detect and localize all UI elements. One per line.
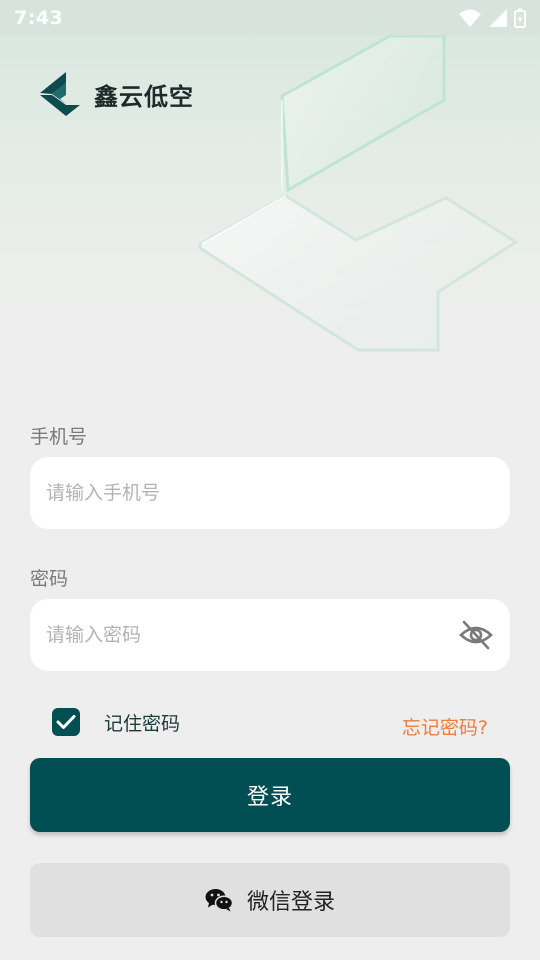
remember-password[interactable]: 记住密码 — [52, 708, 180, 736]
wechat-login-button[interactable]: 微信登录 — [30, 863, 510, 937]
brand-name: 鑫云低空 — [94, 82, 194, 111]
login-button[interactable]: 登录 — [30, 758, 510, 832]
status-bar: 7:43 — [0, 0, 540, 36]
status-time: 7:43 — [14, 7, 64, 29]
phone-field[interactable] — [30, 457, 510, 529]
battery-icon — [514, 8, 526, 28]
phone-label: 手机号 — [30, 426, 88, 448]
brand-logo-icon — [40, 72, 80, 116]
password-field[interactable] — [30, 599, 510, 671]
status-icons — [458, 8, 526, 28]
password-label: 密码 — [30, 568, 69, 590]
wechat-icon — [205, 889, 233, 912]
login-button-label: 登录 — [246, 785, 293, 810]
wechat-button-label: 微信登录 — [246, 890, 335, 915]
brand-logo: 鑫云低空 — [38, 70, 194, 118]
glass-decoration — [198, 34, 519, 352]
phone-input[interactable] — [46, 457, 494, 529]
eye-off-icon[interactable] — [458, 617, 494, 653]
hero-banner — [0, 0, 540, 370]
signal-icon — [489, 9, 507, 27]
remember-label: 记住密码 — [104, 712, 181, 735]
remember-checkbox[interactable] — [52, 708, 80, 736]
password-input[interactable] — [46, 599, 458, 671]
check-icon — [56, 715, 76, 729]
wifi-icon — [459, 9, 481, 27]
forgot-password-link[interactable]: 忘记密码? — [402, 713, 488, 740]
